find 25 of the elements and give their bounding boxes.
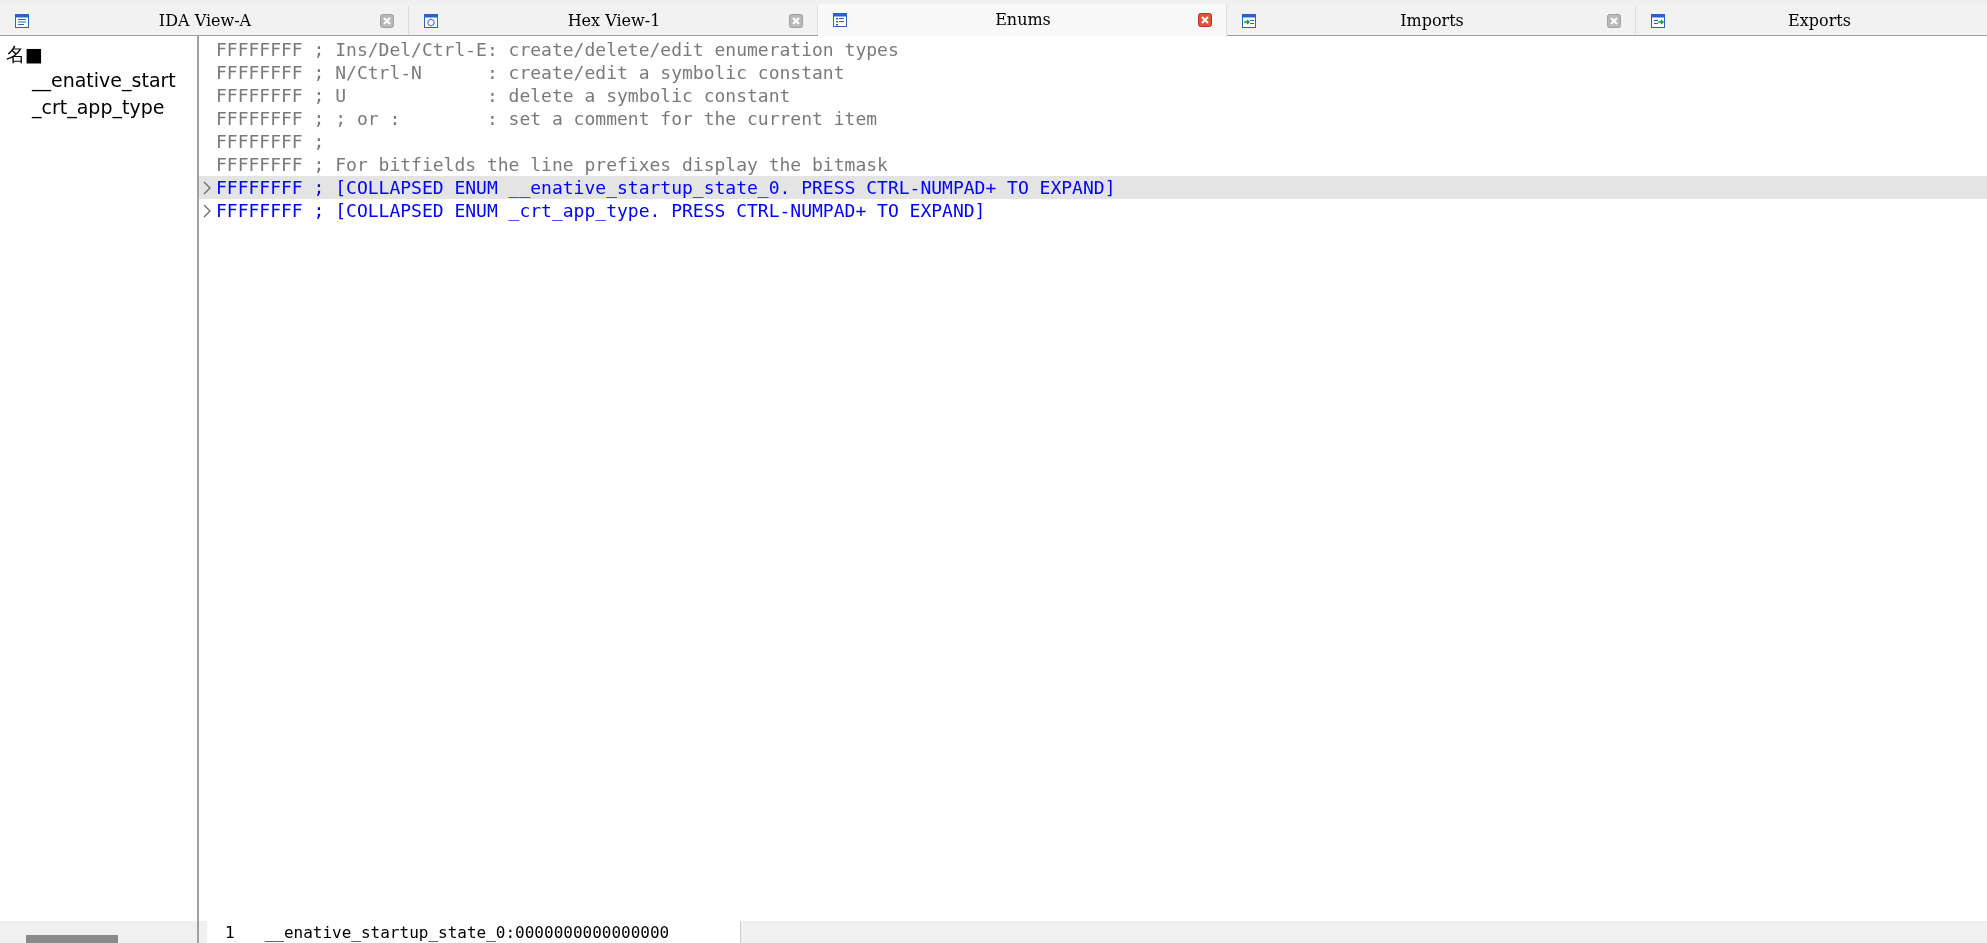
window-icon: [1241, 12, 1257, 29]
line-number: 1: [225, 922, 235, 942]
listing-line[interactable]: FFFFFFFF ; For bitfields the line prefixes display the bitmask: [199, 153, 1987, 176]
close-icon[interactable]: [380, 13, 394, 28]
listing-line[interactable]: FFFFFFFF ; U : delete a symbolic constant: [199, 84, 1987, 107]
listing-line[interactable]: FFFFFFFF ; [COLLAPSED ENUM _crt_app_type. PRESS CTRL-NUMPAD+ TO EXPAND]: [199, 199, 1987, 222]
enum-name[interactable]: __enative_start: [0, 69, 197, 96]
tab[interactable]: Enums: [818, 4, 1227, 36]
listing-line[interactable]: FFFFFFFF ; N/Ctrl-N : create/edit a symbolic constant: [199, 61, 1987, 84]
scrollbar-thumb[interactable]: [26, 935, 118, 943]
window-icon: [1650, 12, 1666, 29]
listing-line[interactable]: FFFFFFFF ; Ins/Del/Ctrl-E: create/delete/edit enumeration types: [199, 38, 1987, 61]
chevron-icon[interactable]: [203, 203, 211, 218]
window-icon: [14, 12, 30, 29]
window-icon: [423, 12, 439, 29]
close-icon[interactable]: [789, 13, 803, 28]
listing-line[interactable]: FFFFFFFF ;: [199, 130, 1987, 153]
location-text: __enative_startup_state_0:0000000000000000: [264, 922, 670, 942]
window-icon: [832, 11, 848, 28]
enum-name[interactable]: _crt_app_type: [0, 96, 197, 123]
close-icon[interactable]: [1607, 13, 1621, 28]
close-icon[interactable]: [1198, 12, 1212, 27]
column-header: 名■: [5, 42, 44, 67]
listing-line[interactable]: FFFFFFFF ; ; or : : set a comment for the current item: [199, 107, 1987, 130]
chevron-icon[interactable]: [203, 180, 211, 195]
